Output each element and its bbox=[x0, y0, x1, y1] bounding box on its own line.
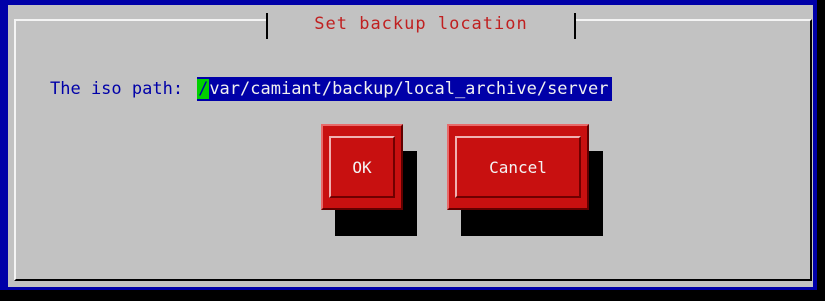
iso-path-row: The iso path: / var/camiant/backup/local_… bbox=[50, 77, 613, 101]
dialog-shadow bbox=[10, 292, 825, 301]
iso-path-input[interactable]: / var/camiant/backup/local_archive/server bbox=[197, 77, 613, 101]
cancel-button[interactable]: Cancel bbox=[447, 124, 589, 210]
terminal-screen: Set backup location The iso path: / var/c… bbox=[0, 0, 825, 301]
dialog-title: Set backup location bbox=[314, 14, 528, 34]
iso-path-label: The iso path: bbox=[50, 79, 184, 99]
dialog-frame bbox=[14, 19, 812, 281]
dialog-title-box: Set backup location bbox=[266, 11, 576, 39]
ok-button-label: OK bbox=[352, 157, 372, 177]
cancel-button-label: Cancel bbox=[489, 157, 547, 177]
iso-path-value: var/camiant/backup/local_archive/server bbox=[209, 79, 609, 99]
text-cursor: / bbox=[197, 79, 210, 99]
backup-location-dialog: Set backup location The iso path: / var/c… bbox=[0, 0, 817, 290]
ok-button[interactable]: OK bbox=[321, 124, 403, 210]
